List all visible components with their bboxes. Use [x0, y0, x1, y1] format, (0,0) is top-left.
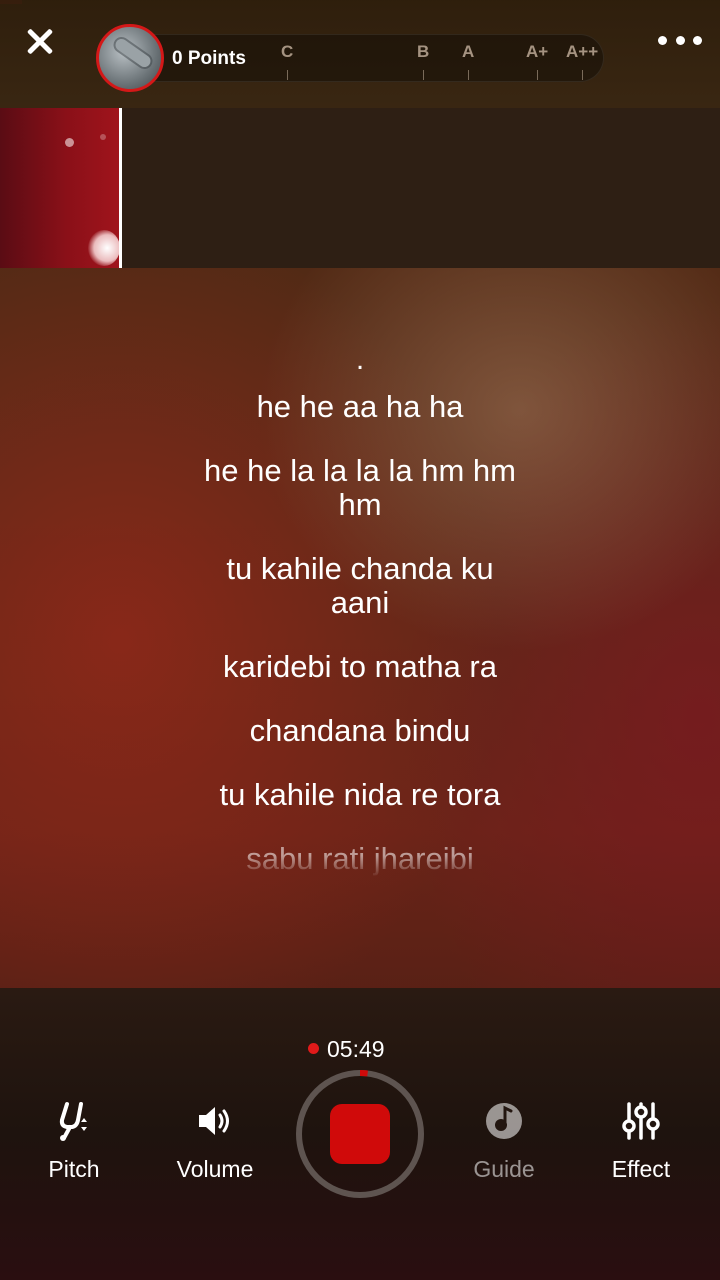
- more-dot-icon: [675, 35, 685, 45]
- pitch-label: Pitch: [48, 1156, 100, 1182]
- guide-label: Guide: [473, 1156, 535, 1182]
- timer-value: 05:49: [327, 1036, 385, 1062]
- lyric-line: chandana bindu: [249, 713, 471, 748]
- grade-tick: [423, 70, 424, 80]
- sung-pitch-area: [0, 108, 120, 268]
- sparkle-icon: [100, 134, 106, 140]
- current-note-icon: [88, 230, 120, 266]
- grade-tick: [537, 70, 538, 80]
- stop-recording-button[interactable]: [330, 1104, 390, 1164]
- sliders-icon: [622, 1102, 660, 1140]
- grade-a: A: [462, 42, 475, 61]
- points-label: 0 Points: [172, 48, 246, 69]
- pitch-visualizer: [0, 108, 720, 268]
- pitch-button[interactable]: Pitch: [14, 1100, 134, 1183]
- avatar[interactable]: [96, 24, 164, 92]
- pitch-cursor-line: [119, 108, 122, 268]
- more-options-button[interactable]: [658, 28, 702, 52]
- lyric-line-upcoming: sabu rati jhareibi: [246, 841, 474, 876]
- lyrics-panel: . he he aa ha ha he he la la la la hm hm…: [150, 340, 570, 906]
- volume-label: Volume: [176, 1156, 254, 1182]
- grade-tick: [468, 70, 469, 80]
- lyric-line: he he aa ha ha: [256, 389, 464, 424]
- recording-dot-icon: [308, 1043, 319, 1055]
- guide-vocal-icon: [486, 1103, 522, 1139]
- recording-timer: 05:49: [308, 1036, 385, 1063]
- lyric-marker: .: [355, 343, 365, 376]
- more-dot-icon: [693, 35, 702, 45]
- sparkle-icon: [65, 138, 74, 147]
- volume-button[interactable]: Volume: [155, 1100, 275, 1183]
- grade-a-plus: A+: [526, 42, 549, 61]
- lyric-line: karidebi to matha ra: [223, 649, 497, 684]
- effect-button[interactable]: Effect: [581, 1100, 701, 1183]
- effect-label: Effect: [611, 1156, 671, 1182]
- guide-button[interactable]: Guide: [444, 1100, 564, 1183]
- grade-c: C: [281, 42, 294, 61]
- grade-b: B: [417, 42, 430, 61]
- lyric-line: he he la la la la hm hm hm: [204, 453, 516, 522]
- more-dot-icon: [658, 35, 667, 45]
- header-bar: 0 Points C B A A+ A++: [0, 0, 720, 108]
- grade-tick: [582, 70, 583, 80]
- close-button[interactable]: [20, 22, 60, 62]
- grade-a-plus-plus: A++: [566, 42, 599, 61]
- speaker-icon: [199, 1107, 229, 1135]
- grade-tick: [287, 70, 288, 80]
- tuning-fork-icon: [59, 1102, 87, 1141]
- lyric-line: tu kahile chanda ku aani: [226, 551, 494, 620]
- lyric-line: tu kahile nida re tora: [219, 777, 501, 812]
